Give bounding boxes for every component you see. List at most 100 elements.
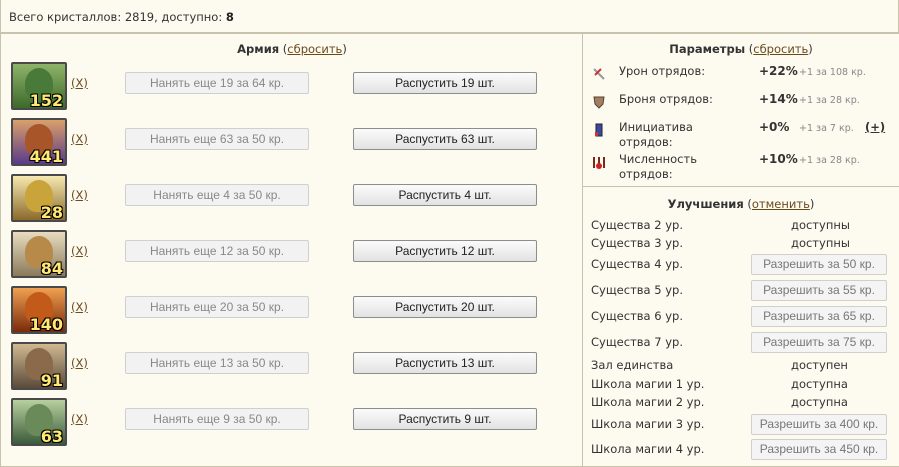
upgrades-cancel-link[interactable]: отменить xyxy=(752,197,810,211)
dismiss-button[interactable]: Распустить 19 шт. xyxy=(353,72,537,94)
upgrade-name: Существа 4 ур. xyxy=(591,257,683,271)
unit-count: 84 xyxy=(40,259,63,278)
initiative-icon xyxy=(595,123,603,137)
upgrade-unlock-button: Разрешить за 50 кр. xyxy=(751,254,887,275)
army-reset-link[interactable]: сбросить xyxy=(287,42,342,56)
crystals-label: Всего кристаллов: 2819, доступно: xyxy=(9,10,223,24)
troops-icon xyxy=(593,157,605,169)
unit-count: 441 xyxy=(29,147,63,166)
unit-count: 63 xyxy=(40,427,63,446)
unit-portrait: 28 xyxy=(11,174,67,222)
upgrade-row: Школа магии 4 ур. Разрешить за 450 кр. xyxy=(591,439,891,460)
army-reset-close: ) xyxy=(342,42,347,56)
upgrade-status: доступны xyxy=(791,236,850,250)
upgrade-status: доступна xyxy=(791,395,848,409)
upgrades-cancel-open: ( xyxy=(743,197,752,211)
upgrades-panel: Улучшения (отменить) Существа 2 ур. дост… xyxy=(582,186,899,467)
hire-button: Нанять еще 13 за 50 кр. xyxy=(125,352,309,374)
upgrade-name: Существа 2 ур. xyxy=(591,218,683,232)
upgrades-cancel-close: ) xyxy=(809,197,815,211)
params-heading: Параметры xyxy=(669,42,746,56)
unit-row: 441 (X) Нанять еще 63 за 50 кр. Распусти… xyxy=(11,118,571,166)
army-panel: Армия (сбросить) 152 (X) Нанять еще 19 з… xyxy=(0,33,583,467)
upgrade-name: Школа магии 4 ур. xyxy=(591,442,705,456)
unit-portrait: 140 xyxy=(11,286,67,334)
unit-row: 84 (X) Нанять еще 12 за 50 кр. Распустит… xyxy=(11,230,571,278)
unit-remove-link[interactable]: (X) xyxy=(71,132,88,146)
upgrade-name: Зал единства xyxy=(591,358,674,372)
params-title: Параметры (сбросить) xyxy=(583,42,899,56)
param-note: +1 за 28 кр. xyxy=(799,95,860,106)
params-panel: Параметры (сбросить) Урон отрядов: +22% … xyxy=(582,33,899,187)
unit-row: 152 (X) Нанять еще 19 за 64 кр. Распусти… xyxy=(11,62,571,110)
upgrades-heading: Улучшения xyxy=(667,197,744,211)
hire-button: Нанять еще 12 за 50 кр. xyxy=(125,240,309,262)
unit-portrait: 152 xyxy=(11,62,67,110)
hire-button: Нанять еще 4 за 50 кр. xyxy=(125,184,309,206)
upgrade-row: Существа 4 ур. Разрешить за 50 кр. xyxy=(591,254,891,275)
sword-icon xyxy=(593,68,605,80)
unit-row: 63 (X) Нанять еще 9 за 50 кр. Распустить… xyxy=(11,398,571,446)
unit-row: 28 (X) Нанять еще 4 за 50 кр. Распустить… xyxy=(11,174,571,222)
dismiss-button[interactable]: Распустить 13 шт. xyxy=(353,352,537,374)
param-label: Инициатива отрядов: xyxy=(619,120,693,149)
params-reset-close: ) xyxy=(808,42,813,56)
unit-remove-link[interactable]: (X) xyxy=(71,412,88,426)
initiative-plus-link[interactable]: (+) xyxy=(865,120,885,134)
unit-remove-link[interactable]: (X) xyxy=(71,76,88,90)
param-value: +10% xyxy=(759,152,798,166)
param-label: Броня отрядов: xyxy=(619,92,713,106)
upgrade-row: Школа магии 2 ур. доступна xyxy=(591,392,891,412)
upgrade-name: Существа 3 ур. xyxy=(591,236,683,250)
param-value: +14% xyxy=(759,92,798,106)
upgrades-title: Улучшения (отменить) xyxy=(583,197,899,211)
param-label: Урон отрядов: xyxy=(619,64,706,78)
upgrade-unlock-button: Разрешить за 65 кр. xyxy=(751,306,887,327)
param-label: Численность отрядов: xyxy=(619,152,697,181)
upgrade-row: Школа магии 3 ур. Разрешить за 400 кр. xyxy=(591,414,891,435)
upgrade-status: доступна xyxy=(791,377,848,391)
param-value: +22% xyxy=(759,64,798,78)
upgrade-row: Существа 5 ур. Разрешить за 55 кр. xyxy=(591,280,891,301)
hire-button: Нанять еще 20 за 50 кр. xyxy=(125,296,309,318)
unit-count: 28 xyxy=(40,203,63,222)
unit-remove-link[interactable]: (X) xyxy=(71,244,88,258)
dismiss-button[interactable]: Распустить 20 шт. xyxy=(353,296,537,318)
upgrade-name: Существа 7 ур. xyxy=(591,335,683,349)
upgrade-row: Зал единства доступен xyxy=(591,355,891,375)
params-reset-link[interactable]: сбросить xyxy=(753,42,808,56)
unit-portrait: 84 xyxy=(11,230,67,278)
param-note: +1 за 108 кр. xyxy=(799,67,866,78)
unit-remove-link[interactable]: (X) xyxy=(71,300,88,314)
unit-portrait: 63 xyxy=(11,398,67,446)
hire-button: Нанять еще 63 за 50 кр. xyxy=(125,128,309,150)
unit-count: 152 xyxy=(29,91,63,110)
dismiss-button[interactable]: Распустить 9 шт. xyxy=(353,408,537,430)
upgrade-name: Существа 6 ур. xyxy=(591,309,683,323)
upgrade-unlock-button: Разрешить за 55 кр. xyxy=(751,280,887,301)
unit-count: 140 xyxy=(29,315,63,334)
shield-icon xyxy=(593,96,605,109)
upgrade-name: Школа магии 2 ур. xyxy=(591,395,705,409)
army-title: Армия (сбросить) xyxy=(1,42,583,56)
hire-button: Нанять еще 9 за 50 кр. xyxy=(125,408,309,430)
dismiss-button[interactable]: Распустить 4 шт. xyxy=(353,184,537,206)
upgrade-row: Школа магии 1 ур. доступна xyxy=(591,374,891,394)
unit-row: 140 (X) Нанять еще 20 за 50 кр. Распусти… xyxy=(11,286,571,334)
unit-count: 91 xyxy=(40,371,63,390)
crystals-available: 8 xyxy=(225,10,234,24)
dismiss-button[interactable]: Распустить 12 шт. xyxy=(353,240,537,262)
unit-portrait: 91 xyxy=(11,342,67,390)
upgrade-name: Существа 5 ур. xyxy=(591,283,683,297)
upgrade-status: доступен xyxy=(791,358,848,372)
unit-remove-link[interactable]: (X) xyxy=(71,356,88,370)
unit-remove-link[interactable]: (X) xyxy=(71,188,88,202)
param-note: +1 за 28 кр. xyxy=(799,155,860,166)
upgrade-row: Существа 6 ур. Разрешить за 65 кр. xyxy=(591,306,891,327)
upgrade-name: Школа магии 3 ур. xyxy=(591,417,705,431)
upgrade-unlock-button: Разрешить за 400 кр. xyxy=(751,414,887,435)
upgrade-status: доступны xyxy=(791,218,850,232)
dismiss-button[interactable]: Распустить 63 шт. xyxy=(353,128,537,150)
upgrade-name: Школа магии 1 ур. xyxy=(591,377,705,391)
upgrade-unlock-button: Разрешить за 75 кр. xyxy=(751,332,887,353)
